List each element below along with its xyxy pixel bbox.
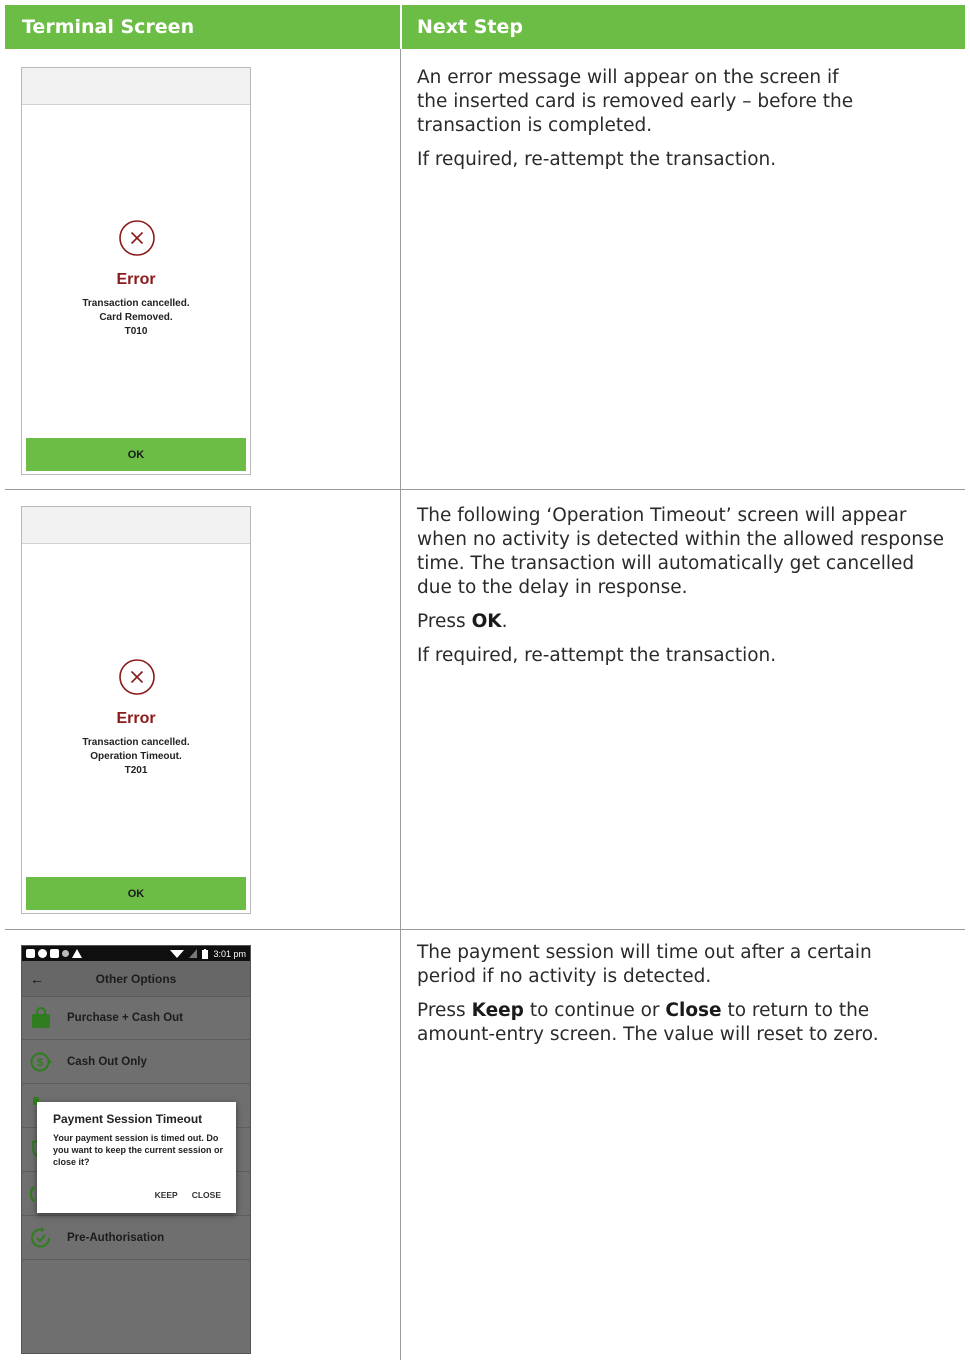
next-step-paragraph: If required, re-attempt the transaction. [417,645,777,666]
next-step-row-3: The payment session will time out after … [417,941,952,1057]
app-bar-title: Other Options [95,971,177,986]
document-page: Terminal Screen Next Step Error Transact… [0,0,970,1360]
option-cash-out-only[interactable]: $ Cash Out Only [22,1041,250,1084]
next-step-row-2: The following ‘Operation Timeout’ screen… [417,504,952,678]
text-segment: Press [417,1000,472,1021]
dialog-message: Your payment session is timed out. Do yo… [53,1133,224,1167]
option-label: Pre-Authorisation [67,1232,165,1244]
option-pre-authorisation[interactable]: Pre-Authorisation [22,1217,250,1260]
text-segment: to continue or [523,1000,666,1021]
error-code: T010 [124,326,148,337]
next-step-paragraph: If required, re-attempt the transaction. [417,149,777,170]
signal-icon [189,949,198,958]
error-title: Error [116,710,156,727]
terminal-error-screen-operation-timeout: Error Transaction cancelled. Operation T… [21,506,251,914]
dialog-buttons: KEEP CLOSE [155,1190,221,1200]
info-icon [38,949,47,958]
next-step-paragraph: The payment session will time out after … [417,942,872,987]
payment-session-timeout-dialog: Payment Session Timeout Your payment ses… [37,1102,236,1213]
error-x-circle-icon [119,659,155,695]
error-title: Error [116,271,156,288]
error-line-2: Card Removed. [99,312,173,323]
header-terminal-screen: Terminal Screen [5,5,400,49]
error-x-circle-icon [119,220,155,256]
next-step-paragraph-keep-close: Press Keep to continue or Close to retur… [417,999,952,1047]
terminal-error-screen-card-removed: Error Transaction cancelled. Card Remove… [21,67,251,475]
period-text: . [501,611,508,632]
close-keyword: Close [665,1000,722,1021]
cash-out-icon: $ [30,1052,52,1072]
close-button[interactable]: CLOSE [192,1190,221,1200]
terminal-top-bar [22,68,250,105]
header-next-step-label: Next Step [417,16,523,38]
header-terminal-screen-label: Terminal Screen [22,16,195,38]
warning-icon [72,949,82,958]
next-step-paragraph-press-ok: Press OK. [417,610,952,634]
app-icon [50,949,59,958]
column-divider [400,49,401,1360]
row-divider-1 [5,489,965,490]
terminal-screen-payment-session-timeout: 3:01 pm ← Other Options Purchase + Cash … [21,945,251,1354]
error-line-2: Operation Timeout. [90,751,182,762]
error-line-1: Transaction cancelled. [82,298,190,309]
header-next-step: Next Step [402,5,965,49]
error-message: Transaction cancelled. Operation Timeout… [22,736,250,778]
row-divider-2 [5,929,965,930]
ok-button[interactable]: OK [26,877,246,910]
status-bar: 3:01 pm [22,946,250,961]
next-step-paragraph: An error message will appear on the scre… [417,67,854,136]
option-label: Purchase + Cash Out [67,1012,183,1024]
keep-keyword: Keep [471,1000,524,1021]
shopping-bag-icon [32,1007,50,1028]
notification-icons [26,949,82,958]
back-arrow-icon[interactable]: ← [22,971,52,987]
error-message: Transaction cancelled. Card Removed. T01… [22,297,250,339]
system-status: 3:01 pm [170,948,246,959]
option-label: Cash Out Only [67,1056,147,1068]
clock-check-icon [31,1227,50,1248]
svg-text:$: $ [37,1057,43,1069]
app-bar: ← Other Options [22,961,250,997]
battery-icon [202,948,209,959]
ok-button[interactable]: OK [26,438,246,471]
next-step-paragraph: The following ‘Operation Timeout’ screen… [417,505,945,598]
wifi-icon [170,950,185,958]
keep-button[interactable]: KEEP [155,1190,178,1200]
dot-icon [62,950,69,957]
error-line-1: Transaction cancelled. [82,737,190,748]
notification-icon [26,949,35,958]
error-code: T201 [124,765,148,776]
option-purchase-cash-out[interactable]: Purchase + Cash Out [22,997,250,1040]
ok-keyword: OK [471,611,502,632]
next-step-row-1: An error message will appear on the scre… [417,66,952,182]
press-text: Press [417,611,472,632]
dialog-title: Payment Session Timeout [53,1112,203,1126]
terminal-top-bar [22,507,250,544]
status-time: 3:01 pm [213,948,246,959]
